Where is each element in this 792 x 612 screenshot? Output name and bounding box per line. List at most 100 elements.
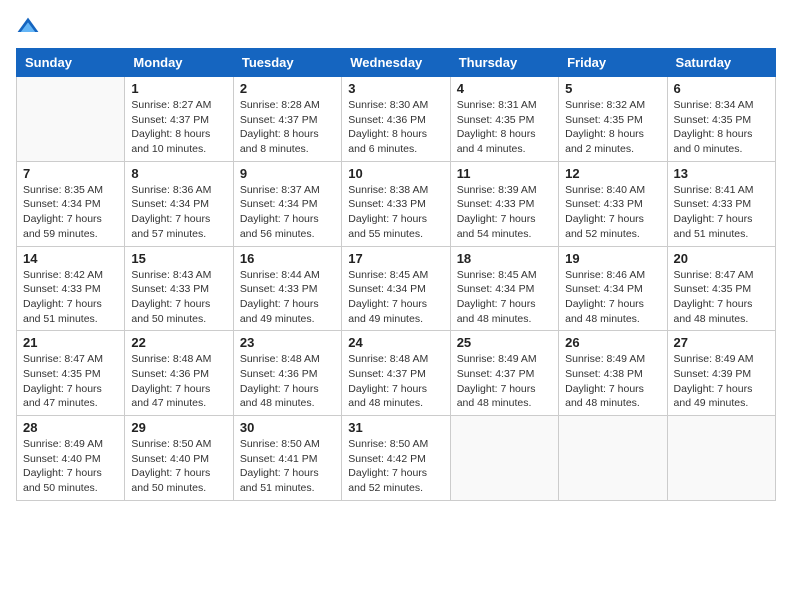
logo xyxy=(16,16,44,40)
cell-info: Sunrise: 8:48 AM Sunset: 4:36 PM Dayligh… xyxy=(240,352,335,411)
day-number: 9 xyxy=(240,166,335,181)
header-tuesday: Tuesday xyxy=(233,49,341,77)
calendar-cell: 15 Sunrise: 8:43 AM Sunset: 4:33 PM Dayli… xyxy=(125,246,233,331)
calendar-week-0: 1 Sunrise: 8:27 AM Sunset: 4:37 PM Daylig… xyxy=(17,77,776,162)
calendar-cell: 18Sunrise: 8:45 AM Sunset: 4:34 PM Dayli… xyxy=(450,246,558,331)
day-number: 10 xyxy=(348,166,443,181)
cell-info: Sunrise: 8:39 AM Sunset: 4:33 PM Dayligh… xyxy=(457,183,552,242)
day-number: 6 xyxy=(674,81,769,96)
calendar-cell: 24 Sunrise: 8:48 AM Sunset: 4:37 PM Dayli… xyxy=(342,331,450,416)
cell-info: Sunrise: 8:37 AM Sunset: 4:34 PM Dayligh… xyxy=(240,183,335,242)
calendar-cell: 19 Sunrise: 8:46 AM Sunset: 4:34 PM Dayli… xyxy=(559,246,667,331)
day-number: 28 xyxy=(23,420,118,435)
day-number: 17 xyxy=(348,251,443,266)
calendar-cell: 10 Sunrise: 8:38 AM Sunset: 4:33 PM Dayli… xyxy=(342,161,450,246)
header-sunday: Sunday xyxy=(17,49,125,77)
day-number: 31 xyxy=(348,420,443,435)
day-number: 22 xyxy=(131,335,226,350)
cell-info: Sunrise: 8:48 AM Sunset: 4:36 PM Dayligh… xyxy=(131,352,226,411)
calendar-week-1: 7Sunrise: 8:35 AM Sunset: 4:34 PM Daylig… xyxy=(17,161,776,246)
calendar-week-4: 28 Sunrise: 8:49 AM Sunset: 4:40 PM Dayli… xyxy=(17,416,776,501)
calendar-cell: 23Sunrise: 8:48 AM Sunset: 4:36 PM Dayli… xyxy=(233,331,341,416)
cell-info: Sunrise: 8:31 AM Sunset: 4:35 PM Dayligh… xyxy=(457,98,552,157)
cell-info: Sunrise: 8:35 AM Sunset: 4:34 PM Dayligh… xyxy=(23,183,118,242)
cell-info: Sunrise: 8:49 AM Sunset: 4:40 PM Dayligh… xyxy=(23,437,118,496)
calendar-cell: 8 Sunrise: 8:36 AM Sunset: 4:34 PM Daylig… xyxy=(125,161,233,246)
cell-info: Sunrise: 8:27 AM Sunset: 4:37 PM Dayligh… xyxy=(131,98,226,157)
cell-info: Sunrise: 8:46 AM Sunset: 4:34 PM Dayligh… xyxy=(565,268,660,327)
calendar-cell: 9 Sunrise: 8:37 AM Sunset: 4:34 PM Daylig… xyxy=(233,161,341,246)
day-number: 5 xyxy=(565,81,660,96)
calendar-cell: 14 Sunrise: 8:42 AM Sunset: 4:33 PM Dayli… xyxy=(17,246,125,331)
calendar-cell: 27 Sunrise: 8:49 AM Sunset: 4:39 PM Dayli… xyxy=(667,331,775,416)
calendar-cell: 31 Sunrise: 8:50 AM Sunset: 4:42 PM Dayli… xyxy=(342,416,450,501)
day-number: 20 xyxy=(674,251,769,266)
cell-info: Sunrise: 8:49 AM Sunset: 4:38 PM Dayligh… xyxy=(565,352,660,411)
cell-info: Sunrise: 8:48 AM Sunset: 4:37 PM Dayligh… xyxy=(348,352,443,411)
cell-info: Sunrise: 8:34 AM Sunset: 4:35 PM Dayligh… xyxy=(674,98,769,157)
day-number: 29 xyxy=(131,420,226,435)
calendar-cell: 2Sunrise: 8:28 AM Sunset: 4:37 PM Daylig… xyxy=(233,77,341,162)
cell-info: Sunrise: 8:44 AM Sunset: 4:33 PM Dayligh… xyxy=(240,268,335,327)
calendar-cell: 26 Sunrise: 8:49 AM Sunset: 4:38 PM Dayli… xyxy=(559,331,667,416)
calendar-cell: 11 Sunrise: 8:39 AM Sunset: 4:33 PM Dayli… xyxy=(450,161,558,246)
day-number: 4 xyxy=(457,81,552,96)
day-number: 8 xyxy=(131,166,226,181)
day-number: 26 xyxy=(565,335,660,350)
day-number: 30 xyxy=(240,420,335,435)
cell-info: Sunrise: 8:47 AM Sunset: 4:35 PM Dayligh… xyxy=(674,268,769,327)
calendar-cell: 1 Sunrise: 8:27 AM Sunset: 4:37 PM Daylig… xyxy=(125,77,233,162)
day-number: 25 xyxy=(457,335,552,350)
cell-info: Sunrise: 8:43 AM Sunset: 4:33 PM Dayligh… xyxy=(131,268,226,327)
calendar-cell xyxy=(450,416,558,501)
cell-info: Sunrise: 8:30 AM Sunset: 4:36 PM Dayligh… xyxy=(348,98,443,157)
logo-icon xyxy=(16,16,40,40)
calendar-cell xyxy=(667,416,775,501)
calendar-cell: 30 Sunrise: 8:50 AM Sunset: 4:41 PM Dayli… xyxy=(233,416,341,501)
day-number: 13 xyxy=(674,166,769,181)
day-number: 11 xyxy=(457,166,552,181)
cell-info: Sunrise: 8:38 AM Sunset: 4:33 PM Dayligh… xyxy=(348,183,443,242)
day-number: 14 xyxy=(23,251,118,266)
day-number: 3 xyxy=(348,81,443,96)
calendar-cell: 25 Sunrise: 8:49 AM Sunset: 4:37 PM Dayli… xyxy=(450,331,558,416)
calendar-cell: 16Sunrise: 8:44 AM Sunset: 4:33 PM Dayli… xyxy=(233,246,341,331)
day-number: 27 xyxy=(674,335,769,350)
header-wednesday: Wednesday xyxy=(342,49,450,77)
cell-info: Sunrise: 8:28 AM Sunset: 4:37 PM Dayligh… xyxy=(240,98,335,157)
cell-info: Sunrise: 8:42 AM Sunset: 4:33 PM Dayligh… xyxy=(23,268,118,327)
day-number: 21 xyxy=(23,335,118,350)
calendar-cell: 5 Sunrise: 8:32 AM Sunset: 4:35 PM Daylig… xyxy=(559,77,667,162)
cell-info: Sunrise: 8:41 AM Sunset: 4:33 PM Dayligh… xyxy=(674,183,769,242)
header-saturday: Saturday xyxy=(667,49,775,77)
calendar-cell: 29Sunrise: 8:50 AM Sunset: 4:40 PM Dayli… xyxy=(125,416,233,501)
cell-info: Sunrise: 8:45 AM Sunset: 4:34 PM Dayligh… xyxy=(348,268,443,327)
cell-info: Sunrise: 8:45 AM Sunset: 4:34 PM Dayligh… xyxy=(457,268,552,327)
cell-info: Sunrise: 8:47 AM Sunset: 4:35 PM Dayligh… xyxy=(23,352,118,411)
cell-info: Sunrise: 8:50 AM Sunset: 4:41 PM Dayligh… xyxy=(240,437,335,496)
header-friday: Friday xyxy=(559,49,667,77)
cell-info: Sunrise: 8:36 AM Sunset: 4:34 PM Dayligh… xyxy=(131,183,226,242)
calendar-cell xyxy=(559,416,667,501)
header-thursday: Thursday xyxy=(450,49,558,77)
cell-info: Sunrise: 8:49 AM Sunset: 4:39 PM Dayligh… xyxy=(674,352,769,411)
day-number: 19 xyxy=(565,251,660,266)
day-number: 12 xyxy=(565,166,660,181)
calendar-cell: 13 Sunrise: 8:41 AM Sunset: 4:33 PM Dayli… xyxy=(667,161,775,246)
calendar-week-2: 14 Sunrise: 8:42 AM Sunset: 4:33 PM Dayli… xyxy=(17,246,776,331)
day-number: 15 xyxy=(131,251,226,266)
day-number: 1 xyxy=(131,81,226,96)
calendar-cell: 3 Sunrise: 8:30 AM Sunset: 4:36 PM Daylig… xyxy=(342,77,450,162)
calendar-cell: 22 Sunrise: 8:48 AM Sunset: 4:36 PM Dayli… xyxy=(125,331,233,416)
cell-info: Sunrise: 8:50 AM Sunset: 4:42 PM Dayligh… xyxy=(348,437,443,496)
calendar-cell xyxy=(17,77,125,162)
cell-info: Sunrise: 8:32 AM Sunset: 4:35 PM Dayligh… xyxy=(565,98,660,157)
calendar-header-row: SundayMondayTuesdayWednesdayThursdayFrid… xyxy=(17,49,776,77)
cell-info: Sunrise: 8:49 AM Sunset: 4:37 PM Dayligh… xyxy=(457,352,552,411)
cell-info: Sunrise: 8:40 AM Sunset: 4:33 PM Dayligh… xyxy=(565,183,660,242)
calendar-cell: 28 Sunrise: 8:49 AM Sunset: 4:40 PM Dayli… xyxy=(17,416,125,501)
calendar-cell: 4 Sunrise: 8:31 AM Sunset: 4:35 PM Daylig… xyxy=(450,77,558,162)
day-number: 24 xyxy=(348,335,443,350)
calendar-cell: 17 Sunrise: 8:45 AM Sunset: 4:34 PM Dayli… xyxy=(342,246,450,331)
calendar-cell: 12 Sunrise: 8:40 AM Sunset: 4:33 PM Dayli… xyxy=(559,161,667,246)
